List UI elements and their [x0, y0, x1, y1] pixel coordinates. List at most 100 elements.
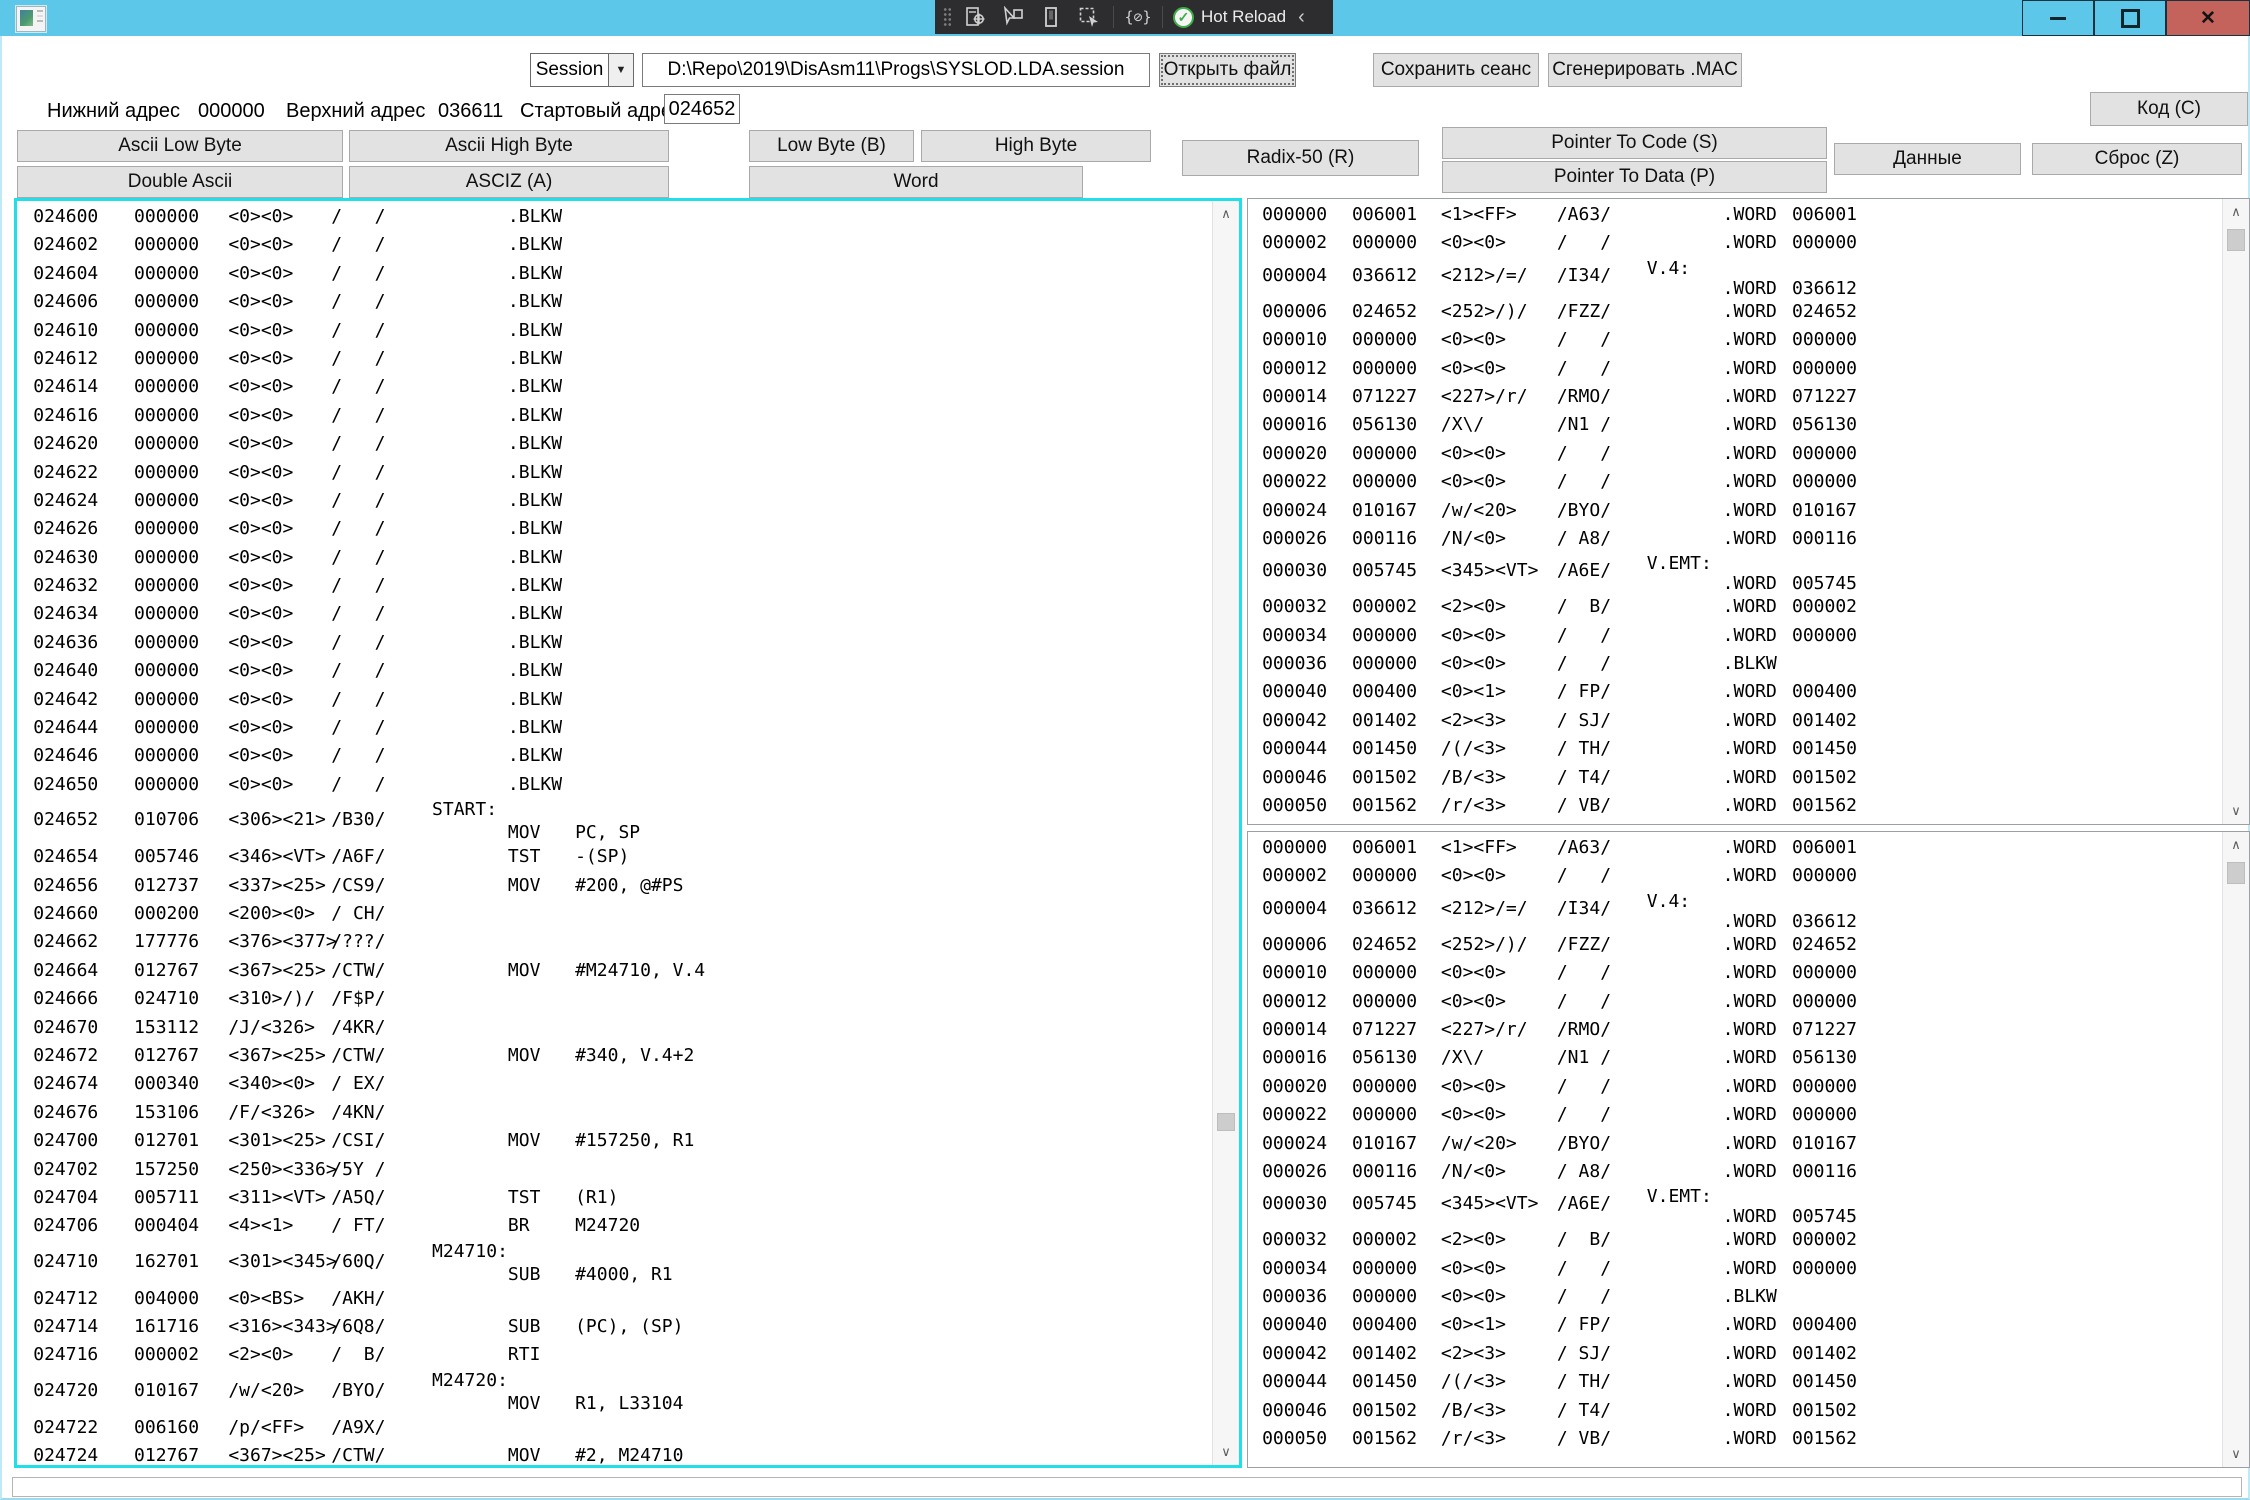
vector-table-listing[interactable]: 000000006001<1><FF>/A63/.WORD00600100000… [1248, 834, 2221, 1467]
scroll-down-icon[interactable]: ∨ [2223, 1441, 2249, 1467]
listing-row[interactable]: 000002000000<0><0>/ /.WORD000000 [1248, 229, 2221, 257]
vector-table-pane-bottom[interactable]: 000000006001<1><FF>/A63/.WORD00600100000… [1247, 831, 2250, 1468]
listing-row[interactable]: 024644000000<0><0>/ /.BLKW [17, 714, 1211, 742]
listing-row[interactable]: 024610000000<0><0>/ /.BLKW [17, 317, 1211, 345]
scroll-up-icon[interactable]: ∧ [2223, 832, 2249, 858]
toolbar-grip-handle[interactable] [943, 7, 951, 27]
session-combobox[interactable]: Session ▼ [530, 53, 634, 87]
listing-row[interactable]: 000020000000<0><0>/ /.WORD000000 [1248, 1073, 2221, 1101]
listing-row[interactable]: 000042001402<2><3>/ SJ/.WORD001402 [1248, 1340, 2221, 1368]
listing-row[interactable]: 024670153112/J/<326>/4KR/ [17, 1014, 1211, 1042]
listing-row[interactable]: 000016056130/X\//N1 /.WORD056130 [1248, 411, 2221, 439]
listing-row[interactable]: 000000006001<1><FF>/A63/.WORD006001 [1248, 834, 2221, 862]
reset-button[interactable]: Сброс (Z) [2032, 143, 2242, 175]
goto-source-icon[interactable] [961, 5, 989, 29]
listing-row[interactable]: 024606000000<0><0>/ /.BLKW [17, 288, 1211, 316]
listing-row[interactable]: 024676153106/F/<326>/4KN/ [17, 1099, 1211, 1127]
listing-row[interactable]: 024626000000<0><0>/ /.BLKW [17, 515, 1211, 543]
listing-row[interactable]: 024646000000<0><0>/ /.BLKW [17, 742, 1211, 770]
listing-row[interactable]: 000012000000<0><0>/ /.WORD000000 [1248, 355, 2221, 383]
listing-row[interactable]: 024634000000<0><0>/ /.BLKW [17, 600, 1211, 628]
open-file-button[interactable]: Открыть файл [1159, 53, 1296, 87]
listing-row[interactable]: 000046001502/B/<3>/ T4/.WORD001502 [1248, 764, 2221, 792]
collapse-toolbar-chevron-icon[interactable]: ‹ [1298, 6, 1305, 29]
asciz-button[interactable]: ASCIZ (A) [349, 166, 669, 198]
listing-row[interactable]: 000032000002<2><0>/ B/.WORD000002 [1248, 1226, 2221, 1254]
listing-row[interactable]: 024720010167/w/<20>/BYO/M24720:MOVR1, L3… [17, 1370, 1211, 1414]
listing-row[interactable]: 000050001562/r/<3>/ VB/.WORD001562 [1248, 1425, 2221, 1453]
listing-row[interactable]: 024672012767<367><25>/CTW/MOV#340, V.4+2 [17, 1042, 1211, 1070]
listing-row[interactable]: 000000006001<1><FF>/A63/.WORD006001 [1248, 201, 2221, 229]
listing-row[interactable]: 024640000000<0><0>/ /.BLKW [17, 657, 1211, 685]
listing-row[interactable]: 024662177776<376><377>/???/ [17, 928, 1211, 956]
listing-row[interactable]: 000010000000<0><0>/ /.WORD000000 [1248, 326, 2221, 354]
vertical-scrollbar[interactable]: ∧ ∨ [2222, 832, 2249, 1467]
listing-row[interactable]: 000026000116/N/<0>/ A8/.WORD000116 [1248, 525, 2221, 553]
listing-row[interactable]: 000010000000<0><0>/ /.WORD000000 [1248, 959, 2221, 987]
vertical-scrollbar[interactable]: ∧ ∨ [2222, 199, 2249, 824]
listing-row[interactable]: 000040000400<0><1>/ FP/.WORD000400 [1248, 678, 2221, 706]
listing-row[interactable]: 000034000000<0><0>/ /.WORD000000 [1248, 1255, 2221, 1283]
device-frame-icon[interactable] [1037, 5, 1065, 29]
listing-row[interactable]: 024616000000<0><0>/ /.BLKW [17, 402, 1211, 430]
scrollbar-thumb[interactable] [2227, 862, 2245, 884]
listing-row[interactable]: 024600000000<0><0>/ /.BLKW [17, 203, 1211, 231]
radix50-button[interactable]: Radix-50 (R) [1182, 140, 1419, 176]
listing-row[interactable]: 024714161716<316><343>/6Q8/SUB(PC), (SP) [17, 1313, 1211, 1341]
scroll-down-icon[interactable]: ∨ [2223, 798, 2249, 824]
listing-row[interactable]: 024624000000<0><0>/ /.BLKW [17, 487, 1211, 515]
listing-row[interactable]: 000002000000<0><0>/ /.WORD000000 [1248, 862, 2221, 890]
code-button[interactable]: Код (C) [2090, 92, 2248, 126]
listing-row[interactable]: 000046001502/B/<3>/ T4/.WORD001502 [1248, 1397, 2221, 1425]
word-button[interactable]: Word [749, 166, 1083, 198]
vector-table-listing[interactable]: 000000006001<1><FF>/A63/.WORD00600100000… [1248, 201, 2221, 824]
listing-row[interactable]: 000034000000<0><0>/ /.WORD000000 [1248, 622, 2221, 650]
listing-row[interactable]: 024650000000<0><0>/ /.BLKW [17, 771, 1211, 799]
listing-row[interactable]: 000036000000<0><0>/ /.BLKW [1248, 650, 2221, 678]
listing-row[interactable]: 024652010706<306><21>/B30/START:MOVPC, S… [17, 799, 1211, 843]
listing-row[interactable]: 000012000000<0><0>/ /.WORD000000 [1248, 988, 2221, 1016]
listing-row[interactable]: 024614000000<0><0>/ /.BLKW [17, 373, 1211, 401]
low-byte-button[interactable]: Low Byte (B) [749, 130, 914, 162]
listing-row[interactable]: 000004036612<212>/=//I34/V.4:.WORD036612 [1248, 258, 2221, 298]
listing-row[interactable]: 000006024652<252>/)//FZZ/.WORD024652 [1248, 931, 2221, 959]
scroll-down-icon[interactable]: ∨ [1213, 1439, 1239, 1465]
listing-row[interactable]: 000024010167/w/<20>/BYO/.WORD010167 [1248, 497, 2221, 525]
disassembly-pane-main[interactable]: 024600000000<0><0>/ /.BLKW024602000000<0… [14, 198, 1242, 1468]
vertical-scrollbar[interactable]: ∧ ∨ [1212, 201, 1239, 1465]
listing-row[interactable]: 000016056130/X\//N1 /.WORD056130 [1248, 1044, 2221, 1072]
close-button[interactable]: ✕ [2166, 0, 2250, 36]
listing-row[interactable]: 024700012701<301><25>/CSI/MOV#157250, R1 [17, 1127, 1211, 1155]
listing-row[interactable]: 024656012737<337><25>/CS9/MOV#200, @#PS [17, 872, 1211, 900]
select-element-icon[interactable] [999, 5, 1027, 29]
ascii-high-byte-button[interactable]: Ascii High Byte [349, 130, 669, 162]
listing-row[interactable]: 000050001562/r/<3>/ VB/.WORD001562 [1248, 792, 2221, 820]
listing-row[interactable]: 024612000000<0><0>/ /.BLKW [17, 345, 1211, 373]
scroll-up-icon[interactable]: ∧ [2223, 199, 2249, 225]
listing-row[interactable]: 000006024652<252>/)//FZZ/.WORD024652 [1248, 298, 2221, 326]
listing-row[interactable]: 000044001450/(/<3>/ TH/.WORD001450 [1248, 735, 2221, 763]
listing-row[interactable]: 000042001402<2><3>/ SJ/.WORD001402 [1248, 707, 2221, 735]
maximize-button[interactable] [2094, 0, 2166, 36]
listing-row[interactable]: 000040000400<0><1>/ FP/.WORD000400 [1248, 1311, 2221, 1339]
listing-row[interactable]: 024710162701<301><345>/60Q/M24710:SUB#40… [17, 1241, 1211, 1285]
listing-row[interactable]: 024620000000<0><0>/ /.BLKW [17, 430, 1211, 458]
listing-row[interactable]: 000024010167/w/<20>/BYO/.WORD010167 [1248, 1130, 2221, 1158]
listing-row[interactable]: 000014071227<227>/r//RMO/.WORD071227 [1248, 383, 2221, 411]
listing-row[interactable]: 024724012767<367><25>/CTW/MOV#2, M24710 [17, 1442, 1211, 1465]
xaml-hot-reload-disabled-icon[interactable]: {⊘} [1124, 5, 1152, 29]
pointer-to-code-button[interactable]: Pointer To Code (S) [1442, 127, 1827, 159]
listing-row[interactable]: 000026000116/N/<0>/ A8/.WORD000116 [1248, 1158, 2221, 1186]
listing-row[interactable]: 000044001450/(/<3>/ TH/.WORD001450 [1248, 1368, 2221, 1396]
listing-row[interactable]: 024642000000<0><0>/ /.BLKW [17, 686, 1211, 714]
listing-row[interactable]: 024712004000<0><BS>/AKH/ [17, 1285, 1211, 1313]
generate-mac-button[interactable]: Сгенерировать .MAC [1548, 53, 1742, 87]
scrollbar-thumb[interactable] [2227, 229, 2245, 251]
save-session-button[interactable]: Сохранить сеанс [1373, 53, 1539, 87]
listing-row[interactable]: 000036000000<0><0>/ /.BLKW [1248, 1283, 2221, 1311]
listing-row[interactable]: 024706000404<4><1>/ FT/BRM24720 [17, 1212, 1211, 1240]
scrollbar-thumb[interactable] [1217, 1113, 1235, 1131]
minimize-button[interactable] [2022, 0, 2094, 36]
select-element-running-app-icon[interactable] [1075, 5, 1103, 29]
ascii-low-byte-button[interactable]: Ascii Low Byte [17, 130, 343, 162]
